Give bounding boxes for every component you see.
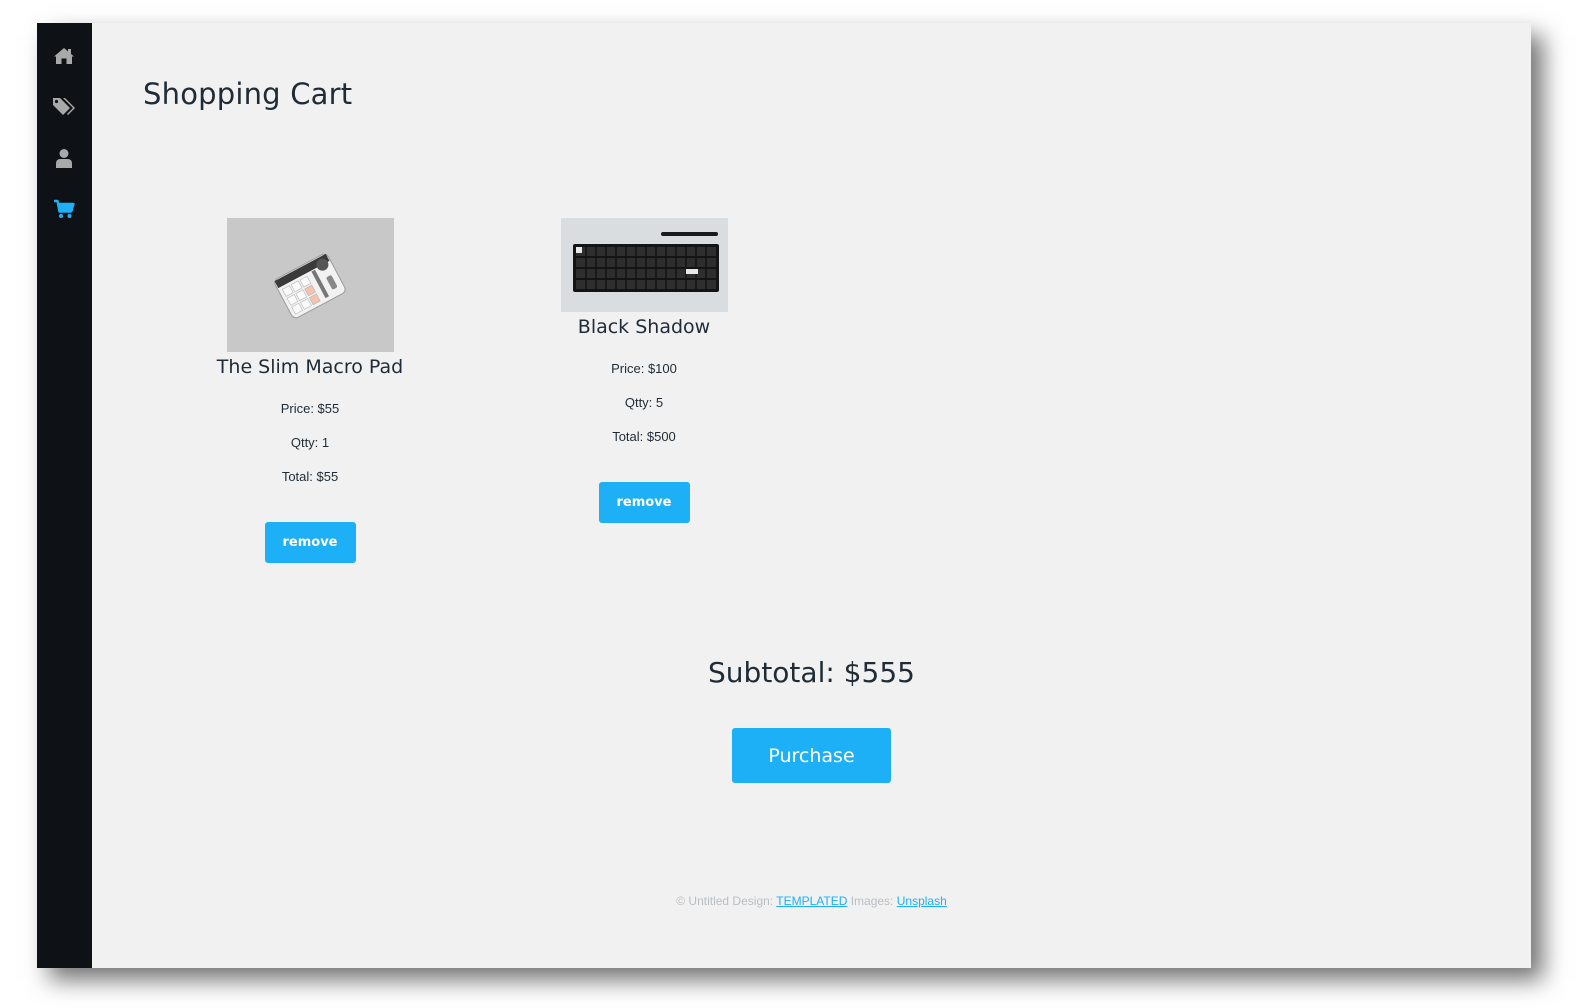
cart-item: The Slim Macro Pad Price: $55 Qtty: 1 To… xyxy=(200,218,420,563)
user-icon[interactable] xyxy=(52,147,76,169)
product-image-macro-pad xyxy=(226,218,394,352)
templated-link[interactable]: TEMPLATED xyxy=(776,894,847,908)
remove-button[interactable]: remove xyxy=(264,522,356,563)
page-title: Shopping Cart xyxy=(143,77,353,111)
subtotal: Subtotal: $555 xyxy=(708,656,915,689)
product-total: Total: $55 xyxy=(281,469,339,484)
home-icon[interactable] xyxy=(52,45,76,67)
product-name: The Slim Macro Pad xyxy=(216,356,404,378)
product-quantity: Qtty: 5 xyxy=(624,395,664,410)
product-name: Black Shadow xyxy=(577,316,711,338)
purchase-button[interactable]: Purchase xyxy=(732,728,891,783)
product-quantity: Qtty: 1 xyxy=(290,435,330,450)
product-price: Price: $55 xyxy=(280,401,340,416)
remove-button[interactable]: remove xyxy=(598,482,690,523)
shopping-cart-icon[interactable] xyxy=(52,198,76,220)
footer-images-label: Images: xyxy=(847,894,897,908)
cart-item: Black Shadow Price: $100 Qtty: 5 Total: … xyxy=(534,218,754,523)
footer: © Untitled Design: TEMPLATED Images: Uns… xyxy=(92,894,1531,908)
unsplash-link[interactable]: Unsplash xyxy=(897,894,947,908)
product-image-keyboard xyxy=(560,218,728,312)
product-price: Price: $100 xyxy=(611,361,677,376)
product-total: Total: $500 xyxy=(612,429,676,444)
footer-copyright: © Untitled Design: xyxy=(676,894,777,908)
main-content: Shopping Cart The Slim Macro Pad Price: … xyxy=(92,23,1531,968)
app-window: Shopping Cart The Slim Macro Pad Price: … xyxy=(37,23,1531,968)
tags-icon[interactable] xyxy=(52,96,76,118)
sidebar xyxy=(37,23,92,968)
